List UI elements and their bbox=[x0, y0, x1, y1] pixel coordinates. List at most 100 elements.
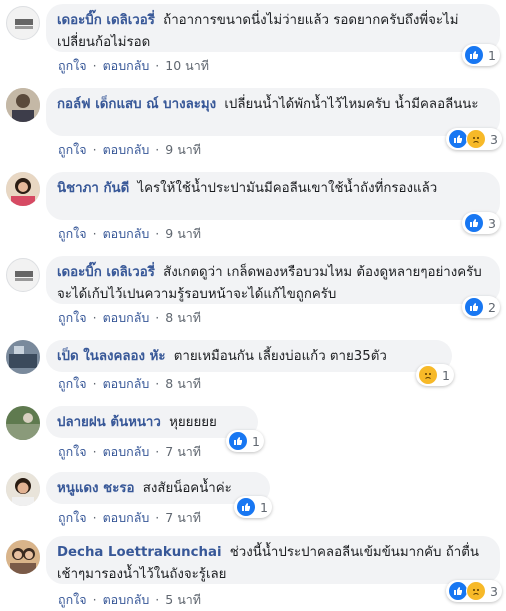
like-link[interactable]: ถูกใจ bbox=[58, 442, 87, 462]
sad-icon bbox=[418, 365, 438, 385]
person-photo-icon bbox=[6, 472, 40, 506]
comment-author[interactable]: เดอะบิ๊ก เดลิเวอรี่ bbox=[57, 13, 155, 28]
person-photo-icon bbox=[6, 406, 40, 440]
avatar[interactable] bbox=[6, 6, 40, 40]
comment-author[interactable]: กอล์ฟ เด็กแสบ ณ์ บางละมุง bbox=[57, 97, 216, 112]
separator: · bbox=[155, 592, 160, 607]
separator: · bbox=[92, 142, 97, 157]
like-link[interactable]: ถูกใจ bbox=[58, 224, 87, 244]
reaction-count: 1 bbox=[488, 47, 496, 63]
reply-link[interactable]: ตอบกลับ bbox=[103, 508, 150, 528]
reaction-summary[interactable]: 1 bbox=[462, 44, 500, 66]
like-link[interactable]: ถูกใจ bbox=[58, 590, 87, 610]
like-icon bbox=[464, 213, 484, 233]
separator: · bbox=[155, 226, 160, 241]
reaction-count: 1 bbox=[252, 433, 260, 449]
brand-logo-icon bbox=[15, 19, 33, 29]
like-icon bbox=[236, 497, 256, 517]
comment-time[interactable]: 8 นาที bbox=[165, 308, 201, 328]
avatar[interactable] bbox=[6, 406, 40, 440]
comment-time[interactable]: 9 นาที bbox=[165, 140, 201, 160]
reply-link[interactable]: ตอบกลับ bbox=[103, 590, 150, 610]
comment-bubble: เป็ด ในลงคลอง หัะ ตายเหมือนกัน เลี้ยงบ่อ… bbox=[46, 340, 452, 372]
like-link[interactable]: ถูกใจ bbox=[58, 140, 87, 160]
comment-bubble: นิชาภา กันดี ไครให้ใช้น้ำประปามันมีคอลีน… bbox=[46, 172, 500, 220]
comment-text: ตายเหมือนกัน เลี้ยงบ่อแก้ว ตาย35ตัว bbox=[173, 349, 387, 364]
separator: · bbox=[92, 226, 97, 241]
reaction-count: 2 bbox=[488, 299, 496, 315]
separator: · bbox=[92, 592, 97, 607]
avatar[interactable] bbox=[6, 172, 40, 206]
brand-logo-icon bbox=[15, 271, 33, 281]
comment-actions: ถูกใจ · ตอบกลับ · 10 นาที bbox=[58, 56, 209, 76]
separator: · bbox=[92, 444, 97, 459]
comment-actions: ถูกใจ · ตอบกลับ · 7 นาที bbox=[58, 442, 201, 462]
comment-time[interactable]: 7 นาที bbox=[165, 508, 201, 528]
comment-author[interactable]: เป็ด ในลงคลอง หัะ bbox=[57, 349, 166, 364]
separator: · bbox=[155, 376, 160, 391]
separator: · bbox=[155, 142, 160, 157]
comment-bubble: เดอะบิ๊ก เดลิเวอรี่ ถ้าอาการขนาดนี่งไม่ว… bbox=[46, 4, 500, 52]
person-photo-icon bbox=[6, 172, 40, 206]
reaction-count: 3 bbox=[488, 215, 496, 231]
sad-icon bbox=[466, 129, 486, 149]
comment-author[interactable]: นิชาภา กันดี bbox=[57, 181, 129, 196]
comment-time[interactable]: 9 นาที bbox=[165, 224, 201, 244]
reply-link[interactable]: ตอบกลับ bbox=[103, 140, 150, 160]
avatar[interactable] bbox=[6, 88, 40, 122]
comment-bubble: เดอะบิ๊ก เดลิเวอรี่ สังเกตดูว่า เกล็ดพอง… bbox=[46, 256, 500, 304]
comment-author[interactable]: หนูแดง ชะรอ bbox=[57, 481, 134, 496]
reaction-summary[interactable]: 2 bbox=[462, 296, 500, 318]
comment-time[interactable]: 10 นาที bbox=[165, 56, 209, 76]
avatar[interactable] bbox=[6, 540, 40, 574]
reaction-count: 3 bbox=[490, 131, 498, 147]
comment-text: ไครให้ใช้น้ำประปามันมีคอลีนเขาใช้น้ำถังท… bbox=[137, 181, 438, 196]
avatar[interactable] bbox=[6, 472, 40, 506]
comment-author[interactable]: Decha Loettrakunchai bbox=[57, 545, 222, 560]
like-link[interactable]: ถูกใจ bbox=[58, 308, 87, 328]
reply-link[interactable]: ตอบกลับ bbox=[103, 56, 150, 76]
reaction-summary[interactable]: 1 bbox=[416, 364, 454, 386]
reaction-count: 3 bbox=[490, 583, 498, 599]
like-icon bbox=[464, 45, 484, 65]
reply-link[interactable]: ตอบกลับ bbox=[103, 442, 150, 462]
separator: · bbox=[92, 310, 97, 325]
avatar[interactable] bbox=[6, 340, 40, 374]
reply-link[interactable]: ตอบกลับ bbox=[103, 224, 150, 244]
reaction-count: 1 bbox=[442, 367, 450, 383]
comment-time[interactable]: 7 นาที bbox=[165, 442, 201, 462]
separator: · bbox=[155, 58, 160, 73]
like-icon bbox=[448, 581, 468, 601]
comment-actions: ถูกใจ · ตอบกลับ · 9 นาที bbox=[58, 140, 201, 160]
separator: · bbox=[155, 444, 160, 459]
reply-link[interactable]: ตอบกลับ bbox=[103, 374, 150, 394]
separator: · bbox=[155, 310, 160, 325]
comment-time[interactable]: 8 นาที bbox=[165, 374, 201, 394]
comment-author[interactable]: เดอะบิ๊ก เดลิเวอรี่ bbox=[57, 265, 155, 280]
separator: · bbox=[155, 510, 160, 525]
comment-text: สงสัยน็อคน้ำค่ะ bbox=[142, 481, 232, 496]
comment-author[interactable]: ปลายฝน ต้นหนาว bbox=[57, 415, 161, 430]
reaction-summary[interactable]: 1 bbox=[234, 496, 272, 518]
person-photo-icon bbox=[6, 88, 40, 122]
comment-text: เปลี่ยนน้ำได้พักน้ำไว้ไหมครับ น้ำมีคลอลี… bbox=[224, 97, 479, 112]
comment-actions: ถูกใจ · ตอบกลับ · 5 นาที bbox=[58, 590, 201, 610]
comment-actions: ถูกใจ · ตอบกลับ · 9 นาที bbox=[58, 224, 201, 244]
like-link[interactable]: ถูกใจ bbox=[58, 508, 87, 528]
reply-link[interactable]: ตอบกลับ bbox=[103, 308, 150, 328]
comment-bubble: Decha Loettrakunchai ช่วงนี้น้ำประปาคลอล… bbox=[46, 536, 500, 584]
comment-actions: ถูกใจ · ตอบกลับ · 7 นาที bbox=[58, 508, 201, 528]
person-photo-icon bbox=[6, 540, 40, 574]
like-link[interactable]: ถูกใจ bbox=[58, 56, 87, 76]
like-icon bbox=[448, 129, 468, 149]
reaction-summary[interactable]: 1 bbox=[226, 430, 264, 452]
avatar[interactable] bbox=[6, 258, 40, 292]
separator: · bbox=[92, 510, 97, 525]
comment-actions: ถูกใจ · ตอบกลับ · 8 นาที bbox=[58, 308, 201, 328]
reaction-summary[interactable]: 3 bbox=[446, 580, 502, 602]
reaction-summary[interactable]: 3 bbox=[446, 128, 502, 150]
comment-actions: ถูกใจ · ตอบกลับ · 8 นาที bbox=[58, 374, 201, 394]
like-link[interactable]: ถูกใจ bbox=[58, 374, 87, 394]
reaction-summary[interactable]: 3 bbox=[462, 212, 500, 234]
comment-time[interactable]: 5 นาที bbox=[165, 590, 201, 610]
